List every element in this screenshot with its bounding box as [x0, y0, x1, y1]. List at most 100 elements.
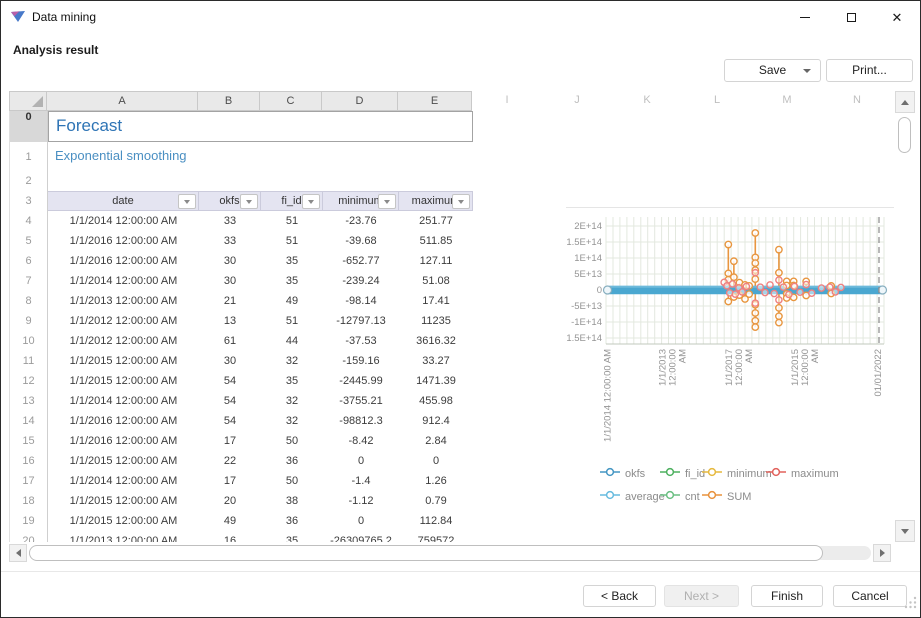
cell[interactable]: 51 — [261, 211, 323, 231]
cell[interactable]: -2445.99 — [323, 371, 399, 391]
cell[interactable]: 1/1/2016 12:00:00 AM — [48, 231, 199, 251]
cell[interactable]: 49 — [261, 291, 323, 311]
cell[interactable]: 127.11 — [399, 251, 473, 271]
cell[interactable]: -1.4 — [323, 471, 399, 491]
cell[interactable]: 51 — [261, 231, 323, 251]
cell[interactable]: 1/1/2015 12:00:00 AM — [48, 511, 199, 531]
cell[interactable]: -1.12 — [323, 491, 399, 511]
cell[interactable]: 1/1/2014 12:00:00 AM — [48, 391, 199, 411]
cell[interactable]: 1/1/2015 12:00:00 AM — [48, 491, 199, 511]
row-number[interactable]: 19 — [10, 511, 48, 531]
column-header-C[interactable]: C — [260, 91, 322, 111]
cell[interactable]: 33 — [199, 231, 261, 251]
cell[interactable]: 32 — [261, 391, 323, 411]
cell[interactable]: 51.08 — [399, 271, 473, 291]
cell[interactable]: 912.4 — [399, 411, 473, 431]
scroll-down-button[interactable] — [895, 520, 915, 542]
cell[interactable]: 1/1/2014 12:00:00 AM — [48, 271, 199, 291]
column-filter-header-fi_id[interactable]: fi_id — [261, 191, 323, 211]
cell[interactable]: 35 — [261, 271, 323, 291]
maximize-button[interactable] — [828, 1, 874, 33]
cell[interactable]: 50 — [261, 471, 323, 491]
cell[interactable]: -23.76 — [323, 211, 399, 231]
cell[interactable]: 61 — [199, 331, 261, 351]
cell[interactable]: 2.84 — [399, 431, 473, 451]
cell[interactable]: -12797.13 — [323, 311, 399, 331]
horizontal-scrollbar[interactable] — [9, 544, 891, 562]
filter-dropdown-button[interactable] — [240, 194, 258, 209]
row-number[interactable]: 6 — [10, 251, 48, 271]
cell[interactable]: 1/1/2013 12:00:00 AM — [48, 291, 199, 311]
column-filter-header-maximum[interactable]: maximum — [399, 191, 473, 211]
resize-grip-icon[interactable] — [904, 596, 917, 614]
row-number[interactable]: 13 — [10, 391, 48, 411]
print-button[interactable]: Print... — [826, 59, 913, 82]
cell[interactable]: 50 — [261, 431, 323, 451]
cell[interactable]: 1.26 — [399, 471, 473, 491]
cell[interactable]: -98.14 — [323, 291, 399, 311]
cell-forecast-title[interactable]: Forecast — [48, 111, 473, 142]
cell[interactable]: 17 — [199, 431, 261, 451]
row-number[interactable]: 9 — [10, 311, 48, 331]
cell[interactable]: -239.24 — [323, 271, 399, 291]
cancel-button[interactable]: Cancel — [833, 585, 907, 607]
cell-method-subtitle[interactable]: Exponential smoothing — [48, 142, 323, 172]
scroll-left-button[interactable] — [9, 544, 27, 562]
cell[interactable]: 36 — [261, 511, 323, 531]
row-number[interactable]: 5 — [10, 231, 48, 251]
cell[interactable]: 511.85 — [399, 231, 473, 251]
cell[interactable]: 1/1/2012 12:00:00 AM — [48, 331, 199, 351]
row-number[interactable]: 7 — [10, 271, 48, 291]
cell[interactable]: 1/1/2015 12:00:00 AM — [48, 371, 199, 391]
cell[interactable]: 33.27 — [399, 351, 473, 371]
column-header-E[interactable]: E — [398, 91, 472, 111]
cell[interactable]: 3616.32 — [399, 331, 473, 351]
cell[interactable]: 36 — [261, 451, 323, 471]
cell[interactable]: -39.68 — [323, 231, 399, 251]
row-number[interactable]: 15 — [10, 431, 48, 451]
cell[interactable]: 1/1/2012 12:00:00 AM — [48, 311, 199, 331]
cell[interactable]: 35 — [261, 531, 323, 542]
cell[interactable]: 1/1/2016 12:00:00 AM — [48, 431, 199, 451]
cell[interactable]: 1/1/2014 12:00:00 AM — [48, 471, 199, 491]
cell[interactable]: 0.79 — [399, 491, 473, 511]
row-number[interactable]: 20 — [10, 531, 48, 542]
row-number[interactable]: 17 — [10, 471, 48, 491]
cell[interactable]: 11235 — [399, 311, 473, 331]
cell[interactable]: 112.84 — [399, 511, 473, 531]
cell[interactable]: 49 — [199, 511, 261, 531]
cell[interactable]: 1/1/2015 12:00:00 AM — [48, 351, 199, 371]
row-number[interactable]: 0 — [10, 111, 48, 142]
cell[interactable]: 32 — [261, 351, 323, 371]
row-number[interactable]: 11 — [10, 351, 48, 371]
cell[interactable]: 759572 — [399, 531, 473, 542]
finish-button[interactable]: Finish — [751, 585, 823, 607]
cell[interactable]: 54 — [199, 371, 261, 391]
cell[interactable]: -37.53 — [323, 331, 399, 351]
row-number[interactable]: 4 — [10, 211, 48, 231]
row-number[interactable]: 3 — [10, 191, 48, 211]
column-header-A[interactable]: A — [47, 91, 198, 111]
cell[interactable]: 54 — [199, 391, 261, 411]
cell[interactable]: 51 — [261, 311, 323, 331]
close-button[interactable]: ✕ — [874, 1, 920, 33]
scroll-right-button[interactable] — [873, 544, 891, 562]
cell[interactable]: 30 — [199, 351, 261, 371]
cell[interactable]: 1/1/2013 12:00:00 AM — [48, 531, 199, 542]
cell[interactable]: 22 — [199, 451, 261, 471]
minimize-button[interactable] — [782, 1, 828, 33]
cell[interactable]: 30 — [199, 251, 261, 271]
cell[interactable]: 21 — [199, 291, 261, 311]
scroll-up-button[interactable] — [895, 91, 915, 113]
cell[interactable]: 13 — [199, 311, 261, 331]
row-number[interactable]: 2 — [10, 172, 48, 191]
cell[interactable]: 1/1/2014 12:00:00 AM — [48, 211, 199, 231]
cell[interactable]: 32 — [261, 411, 323, 431]
cell[interactable]: 1/1/2016 12:00:00 AM — [48, 251, 199, 271]
row-number[interactable]: 16 — [10, 451, 48, 471]
cell[interactable]: 1/1/2016 12:00:00 AM — [48, 411, 199, 431]
cell[interactable]: -8.42 — [323, 431, 399, 451]
cell[interactable]: 33 — [199, 211, 261, 231]
cell[interactable]: 1471.39 — [399, 371, 473, 391]
cell[interactable]: 44 — [261, 331, 323, 351]
